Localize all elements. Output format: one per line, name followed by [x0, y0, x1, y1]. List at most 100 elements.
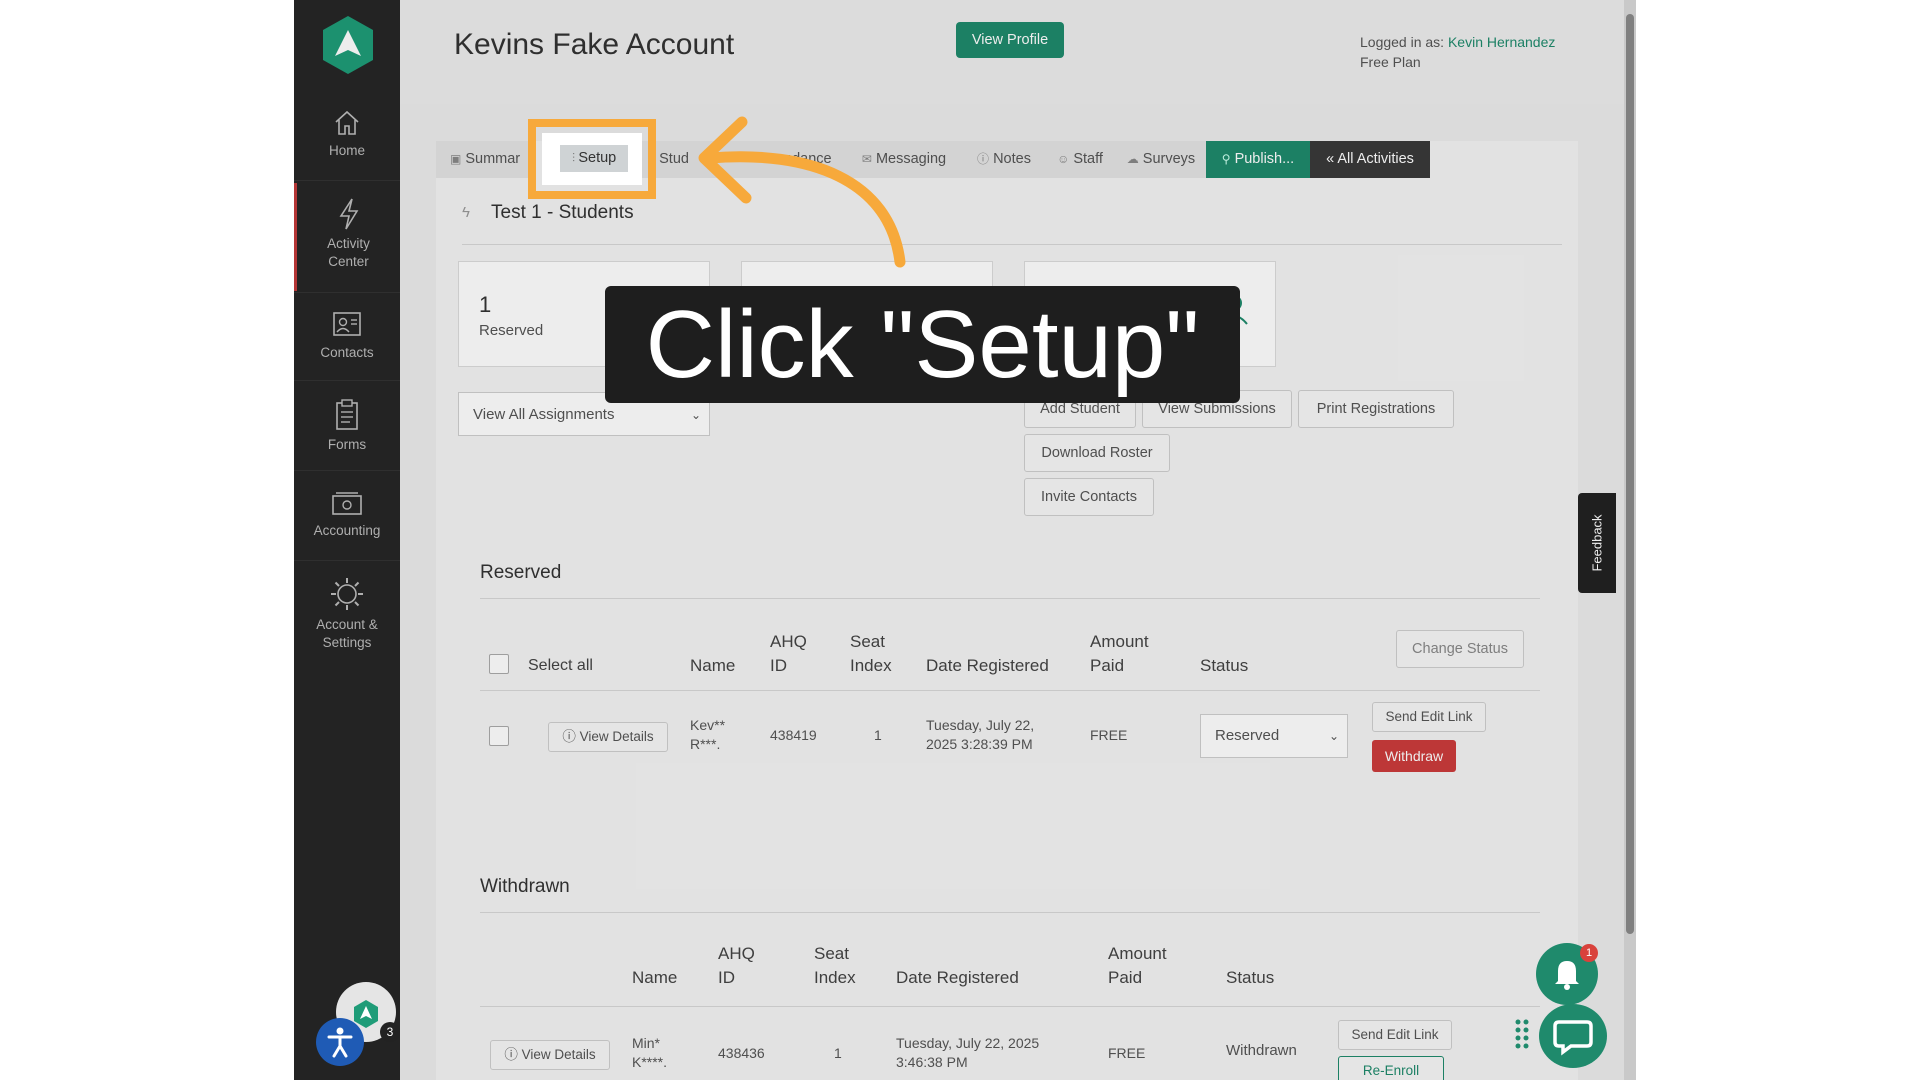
- re-enroll-button[interactable]: Re-Enroll: [1338, 1056, 1444, 1080]
- col-date-registered: Date Registered: [896, 968, 1019, 987]
- view-details-button[interactable]: ⓘ View Details: [548, 722, 668, 752]
- chat-icon: [1553, 1020, 1593, 1056]
- lightning-icon: [339, 198, 358, 230]
- row-ahq-id: 438419: [770, 727, 817, 743]
- sidebar-item-label: Forms: [327, 437, 367, 452]
- home-icon: [335, 110, 359, 135]
- row-checkbox[interactable]: [489, 726, 509, 746]
- col-ahq-id: AHQ ID: [718, 944, 755, 987]
- contacts-icon: [333, 312, 361, 336]
- row-status: Withdrawn: [1226, 1042, 1297, 1059]
- col-amount-paid: Amount Paid: [1090, 632, 1149, 675]
- chat-button[interactable]: [1539, 1004, 1607, 1068]
- tab-all-activities[interactable]: « All Activities: [1310, 141, 1430, 178]
- col-ahq-id: AHQ ID: [770, 632, 807, 675]
- cloud-icon: ☁: [1126, 152, 1139, 166]
- accessibility-button[interactable]: [316, 1018, 364, 1066]
- col-date-registered: Date Registered: [926, 656, 1049, 675]
- link-icon: ⚲: [1221, 152, 1231, 166]
- stat-label: Reserved: [479, 322, 544, 339]
- scroll-thumb[interactable]: [1626, 14, 1634, 934]
- row-ahq-id: 438436: [718, 1045, 765, 1061]
- row-amount: FREE: [1090, 727, 1128, 743]
- logo-icon: [323, 16, 373, 74]
- row-name: Min* K****.: [632, 1035, 668, 1070]
- view-details-button[interactable]: ⓘ View Details: [490, 1040, 610, 1070]
- plan-label: Free Plan: [1360, 54, 1421, 70]
- summary-icon: ▣: [450, 152, 462, 166]
- user-link[interactable]: Kevin Hernandez: [1448, 34, 1555, 50]
- tab-summary[interactable]: ▣ Summar: [436, 141, 528, 178]
- setup-highlight-box: [528, 119, 656, 199]
- feedback-tab[interactable]: Feedback: [1578, 493, 1616, 593]
- row-name: Kev** R***.: [690, 717, 726, 752]
- col-seat-index: Seat Index: [850, 632, 892, 675]
- page-title: Kevins Fake Account: [454, 28, 735, 61]
- sidebar-item-label: Activity Center: [327, 236, 370, 269]
- gear-icon: [331, 578, 363, 610]
- app-window: Home Activity Center Contacts Forms Acco…: [294, 0, 1636, 1080]
- lightning-icon: ϟ: [462, 204, 470, 221]
- staff-icon: ☺: [1057, 152, 1070, 166]
- login-info: Logged in as: Kevin Hernandez Free Plan: [1360, 32, 1555, 72]
- sidebar: Home Activity Center Contacts Forms Acco…: [294, 0, 400, 1080]
- send-edit-link-button[interactable]: Send Edit Link: [1338, 1020, 1452, 1050]
- select-value: Reserved: [1215, 727, 1280, 744]
- accessibility-icon: [327, 1027, 353, 1058]
- info-icon: ⓘ: [504, 1047, 522, 1062]
- scrollbar[interactable]: [1624, 0, 1636, 1080]
- logged-in-label: Logged in as:: [1360, 34, 1448, 50]
- select-value: View All Assignments: [473, 406, 615, 423]
- col-name: Name: [632, 968, 678, 987]
- sidebar-item-home[interactable]: Home: [294, 108, 400, 160]
- money-icon: [332, 492, 362, 515]
- select-all-label: Select all: [528, 657, 593, 674]
- tab-staff[interactable]: ☺ Staff: [1044, 141, 1116, 178]
- tab-publish[interactable]: ⚲ Publish...: [1206, 141, 1310, 178]
- row-date: Tuesday, July 22, 2025 3:46:38 PM: [896, 1035, 1040, 1070]
- tab-surveys[interactable]: ☁ Surveys: [1116, 141, 1206, 178]
- instruction-tooltip: Click "Setup": [605, 286, 1240, 403]
- sidebar-item-activity-center[interactable]: Activity Center: [294, 183, 400, 291]
- row-amount: FREE: [1108, 1045, 1146, 1061]
- col-status: Status: [1200, 656, 1249, 675]
- row-date: Tuesday, July 22, 2025 3:28:39 PM: [926, 717, 1035, 752]
- status-select[interactable]: Reserved ⌄: [1200, 714, 1348, 758]
- stat-value: 1: [479, 292, 492, 317]
- sidebar-item-label: Accounting: [313, 523, 381, 538]
- tab-notes[interactable]: ⓘ Notes: [964, 141, 1044, 178]
- select-all-checkbox[interactable]: [489, 654, 509, 674]
- sidebar-item-label: Contacts: [320, 345, 374, 360]
- sidebar-item-forms[interactable]: Forms: [294, 398, 400, 454]
- sidebar-item-label: Account & Settings: [316, 617, 378, 650]
- info-icon: ⓘ: [562, 729, 580, 744]
- feedback-label: Feedback: [1589, 514, 1605, 572]
- clipboard-icon: [336, 399, 358, 430]
- row-seat-index: 1: [874, 727, 882, 743]
- send-edit-link-button[interactable]: Send Edit Link: [1372, 702, 1486, 732]
- sidebar-item-contacts[interactable]: Contacts: [294, 308, 400, 362]
- col-seat-index: Seat Index: [814, 944, 856, 987]
- col-name: Name: [690, 656, 736, 675]
- sidebar-item-label: Home: [328, 143, 365, 158]
- brand-logo[interactable]: [321, 14, 375, 76]
- sidebar-item-account-settings[interactable]: Account & Settings: [294, 576, 400, 652]
- print-registrations-button[interactable]: Print Registrations: [1298, 390, 1454, 428]
- change-status-button[interactable]: Change Status: [1396, 630, 1524, 668]
- grid-dots-icon[interactable]: [1514, 1018, 1530, 1054]
- col-amount-paid: Amount Paid: [1108, 944, 1167, 987]
- col-status: Status: [1226, 968, 1275, 987]
- row-seat-index: 1: [834, 1045, 842, 1061]
- chevron-down-icon: ⌄: [1328, 729, 1339, 743]
- invite-contacts-button[interactable]: Invite Contacts: [1024, 478, 1154, 516]
- avatar-badge: 3: [380, 1022, 400, 1042]
- pointer-arrow-icon: [698, 116, 906, 268]
- sidebar-item-accounting[interactable]: Accounting: [294, 490, 400, 540]
- notes-icon: ⓘ: [977, 152, 990, 166]
- download-roster-button[interactable]: Download Roster: [1024, 434, 1170, 472]
- reserved-section-title: Reserved: [480, 562, 562, 583]
- withdrawn-section-title: Withdrawn: [480, 876, 570, 897]
- notification-count-badge: 1: [1580, 944, 1598, 962]
- withdraw-button[interactable]: Withdraw: [1372, 740, 1456, 772]
- view-profile-button[interactable]: View Profile: [956, 22, 1064, 58]
